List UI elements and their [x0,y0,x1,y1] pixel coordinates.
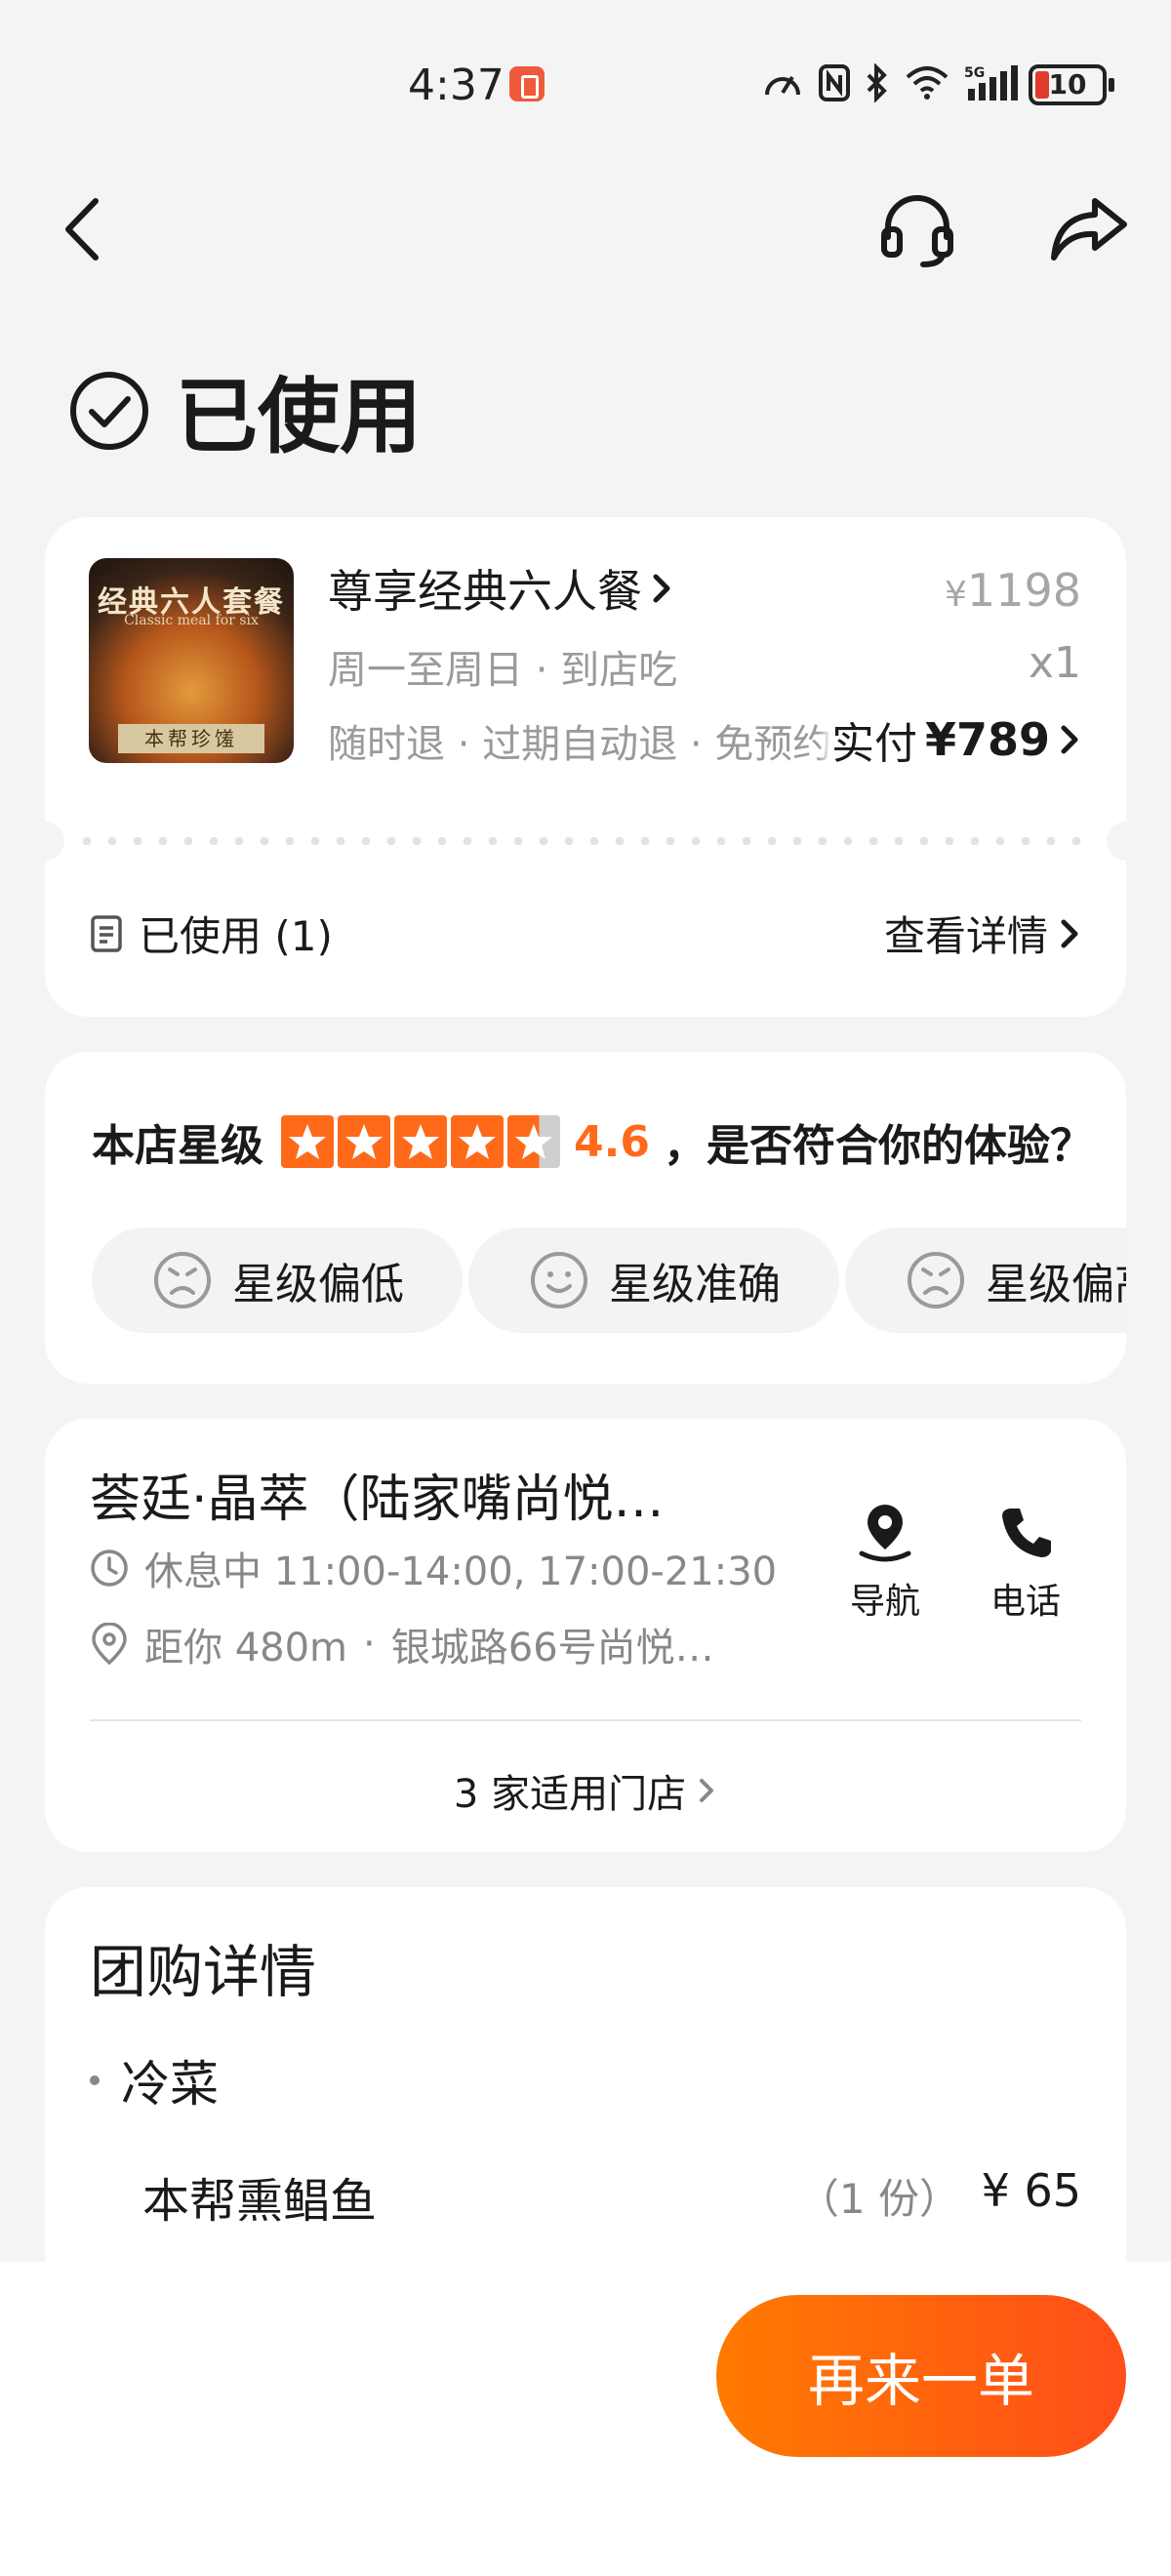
rating-label: 本店星级 [92,1121,263,1171]
shop-name[interactable]: 荟廷·晶萃（陆家嘴尚悦… [90,1458,831,1531]
deal-category: 冷菜 [90,2045,219,2115]
status-bar: 4:37 5G 10 [0,0,1171,166]
customer-service-button[interactable] [873,185,961,273]
wifi-icon [906,66,949,100]
star-rating [281,1115,560,1168]
chevron-left-icon [65,198,99,261]
rating-score: 4.6 [574,1116,650,1167]
recording-icon [509,66,545,101]
deal-details-title: 团购详情 [90,1939,317,2005]
call-label: 电话 [989,1582,1061,1622]
bottom-action-bar: 再来一单 [0,2262,1171,2576]
chevron-right-icon [1061,919,1078,947]
original-price-value: 1198 [966,564,1081,617]
view-details-label: 查看详情 [883,912,1048,960]
product-image-badge: 本帮珍馐 [118,724,264,753]
rating-option-label: 星级准确 [609,1260,781,1309]
chevron-right-icon [653,574,670,603]
paid-label: 实付 [830,719,917,769]
navigate-label: 导航 [849,1582,920,1622]
product-quantity: x1 [1028,638,1081,688]
product-name-link[interactable]: 尊享经典六人餐 [328,556,675,621]
paid-amount: ¥789 [924,713,1050,766]
original-price: ¥1198 [945,564,1081,617]
smile-face-icon [531,1252,587,1308]
order-status-title: 已使用 [176,369,423,464]
shop-card: 荟廷·晶萃（陆家嘴尚悦… 休息中 11:00-14:00, 17:00-21:3… [45,1419,1126,1852]
check-circle-icon [70,371,148,450]
star-icon [451,1115,504,1168]
bullet [90,2075,100,2085]
frown-face-icon [908,1252,964,1308]
half-star-icon [507,1115,560,1168]
rating-row: 本店星级 4.6 ，是否符合你的体验？ [92,1110,1126,1173]
nfc-icon [819,64,850,101]
order-status: 已使用 [68,351,422,469]
chevron-right-icon [1061,725,1078,754]
navigate-button[interactable]: 导航 [831,1503,939,1624]
rating-option-label: 星级偏低 [232,1260,404,1309]
phone-icon [1002,1509,1051,1557]
svg-text:5G: 5G [964,65,985,81]
product-name: 尊享经典六人餐 [328,565,642,618]
ticket-perforation [25,822,1146,861]
clock-icon [91,1550,128,1587]
status-time: 4:37 [408,60,505,110]
rating-card: 本店星级 4.6 ，是否符合你的体验？ 星级偏低 星级准确 星级偏高 [45,1052,1126,1384]
product-image[interactable]: 经典六人套餐 Classic meal for six 本帮珍馐 [89,558,294,763]
shop-hours-text: 休息中 11:00-14:00, 17:00-21:30 [144,1550,778,1594]
battery-level: 10 [1048,68,1087,101]
navigation-pin-icon [859,1505,911,1562]
shop-address-text: 银城路66号尚悦… [390,1626,714,1670]
document-icon [91,914,122,952]
status-icons: 5G [761,59,1019,107]
divider [90,1719,1081,1721]
rating-too-high-button[interactable]: 星级偏高 [845,1228,1126,1333]
view-details-button[interactable]: 查看详情 [884,904,1081,963]
star-icon [338,1115,390,1168]
call-button[interactable]: 电话 [972,1503,1079,1624]
rating-options: 星级偏低 星级准确 星级偏高 [92,1228,1126,1335]
signal-5g-icon: 5G [964,65,1018,101]
star-icon [394,1115,447,1168]
product-image-subtitle: Classic meal for six [124,613,259,628]
rating-question: ，是否符合你的体验？ [663,1121,1093,1171]
share-icon [1051,198,1127,261]
headset-icon [881,195,953,267]
paid-amount-link[interactable]: 实付 ¥789 [817,708,1081,771]
used-label: 已使用 (1) [139,912,333,960]
deal-item-price: ¥ 65 [981,2164,1081,2217]
deal-item-name: 本帮熏鲳鱼 [142,2174,378,2229]
order-card: 经典六人套餐 Classic meal for six 本帮珍馐 尊享经典六人餐… [25,517,1146,1017]
applicable-stores-label: 3 家适用门店 [453,1772,687,1817]
deal-category-label: 冷菜 [121,2056,219,2113]
shop-hours: 休息中 11:00-14:00, 17:00-21:30 [90,1540,777,1596]
speed-icon [765,75,800,96]
rating-too-low-button[interactable]: 星级偏低 [92,1228,463,1333]
product-schedule: 周一至周日 · 到店吃 [328,648,678,693]
star-icon [281,1115,334,1168]
separator-dot: · [363,1622,376,1667]
bluetooth-icon [867,63,887,102]
rating-option-label: 星级偏高 [986,1260,1126,1309]
rating-accurate-button[interactable]: 星级准确 [468,1228,839,1333]
chevron-right-icon [700,1779,714,1802]
deal-item-qty: （1 份） [797,2175,960,2223]
location-pin-icon [92,1623,127,1666]
applicable-stores-link[interactable]: 3 家适用门店 [45,1762,1126,1819]
shop-address: 距你 480m · 银城路66号尚悦… [90,1616,714,1672]
frown-face-icon [154,1252,211,1308]
reorder-button[interactable]: 再来一单 [716,2295,1126,2457]
battery-icon: 10 [1029,64,1114,105]
back-button[interactable] [39,185,127,273]
shop-distance: 距你 480m [144,1626,348,1670]
product-tags: 随时退 · 过期自动退 · 免预约 [328,722,832,767]
share-button[interactable] [1044,185,1132,273]
currency-symbol: ¥ [945,575,967,615]
used-vouchers: 已使用 (1) [90,904,333,963]
